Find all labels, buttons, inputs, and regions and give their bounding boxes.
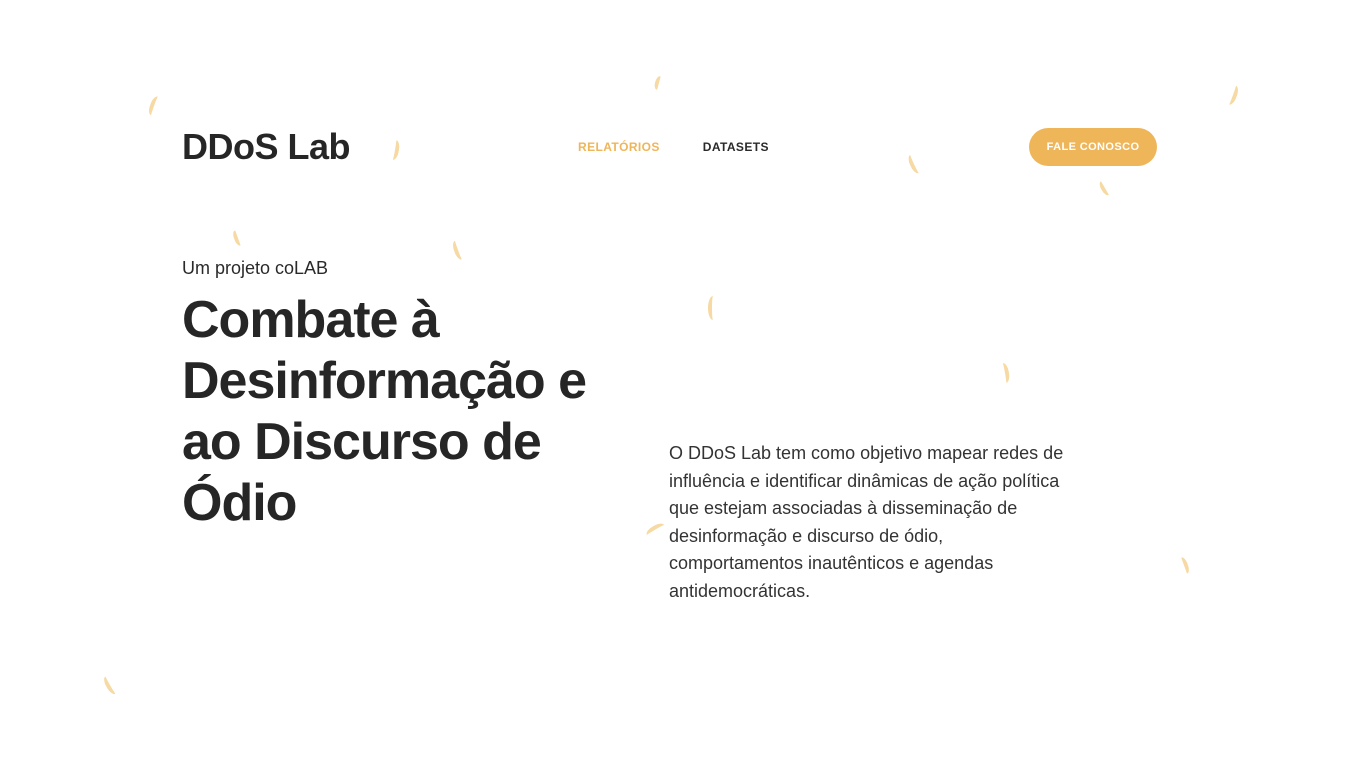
site-logo[interactable]: DDoS Lab	[182, 126, 351, 168]
main-nav: RELATÓRIOS DATASETS	[578, 140, 769, 154]
page: DDoS Lab RELATÓRIOS DATASETS FALE CONOSC…	[0, 0, 1366, 768]
confetti-decoration	[1224, 84, 1241, 106]
nav-link-relatorios[interactable]: RELATÓRIOS	[578, 140, 660, 154]
hero-description: O DDoS Lab tem como objetivo mapear rede…	[669, 443, 1064, 601]
hero-eyebrow: Um projeto coLAB	[182, 258, 329, 278]
confetti-decoration	[231, 229, 244, 247]
confetti-decoration	[450, 239, 467, 261]
confetti-decoration	[1178, 556, 1191, 575]
contact-button[interactable]: FALE CONOSCO	[1029, 128, 1157, 166]
confetti-decoration	[708, 296, 718, 320]
hero-headline: Combate à Desinformação e ao Discurso de…	[182, 291, 587, 532]
confetti-decoration	[388, 139, 401, 161]
confetti-decoration	[998, 362, 1011, 384]
confetti-decoration	[146, 95, 163, 117]
nav-link-datasets[interactable]: DATASETS	[703, 140, 769, 154]
confetti-decoration	[906, 153, 923, 175]
confetti-decoration	[1097, 179, 1113, 197]
confetti-decoration	[653, 75, 664, 91]
confetti-decoration	[101, 674, 120, 696]
